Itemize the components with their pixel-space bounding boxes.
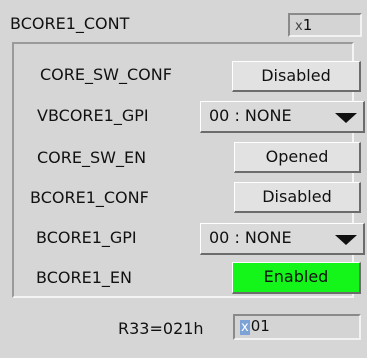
count-value[interactable]: 1 [303, 16, 313, 34]
vbcore1-gpi-value: 00 : NONE [209, 106, 292, 125]
core-sw-conf-button[interactable]: Disabled [232, 61, 361, 92]
bcore1-conf-label: BCORE1_CONF [30, 188, 149, 207]
bcore1-conf-button[interactable]: Disabled [234, 182, 361, 213]
numeric-prefix: x [295, 19, 303, 34]
count-control[interactable]: x1 [288, 13, 362, 37]
bcore1-gpi-value: 00 : NONE [209, 228, 292, 247]
core-sw-en-label: CORE_SW_EN [37, 148, 147, 167]
bcore1-en-button[interactable]: Enabled [232, 262, 361, 294]
core-sw-conf-label: CORE_SW_CONF [40, 65, 172, 84]
triangle-down-icon[interactable] [335, 235, 357, 245]
bcore1-gpi-dropdown[interactable]: 00 : NONE [200, 223, 365, 255]
vbcore1-gpi-dropdown[interactable]: 00 : NONE [200, 101, 365, 133]
group-title: BCORE1_CONT [10, 14, 130, 33]
bcore1-en-label: BCORE1_EN [36, 268, 132, 287]
triangle-down-icon[interactable] [335, 113, 357, 123]
register-hex-control[interactable]: x 01 [233, 314, 361, 340]
vbcore1-gpi-label: VBCORE1_GPI [37, 106, 149, 125]
register-hex-value[interactable]: 01 [251, 317, 270, 335]
hex-prefix: x [240, 320, 250, 335]
register-readout: R33=021h [118, 319, 204, 338]
core-sw-en-button[interactable]: Opened [234, 142, 361, 173]
bcore1-gpi-label: BCORE1_GPI [36, 228, 137, 247]
